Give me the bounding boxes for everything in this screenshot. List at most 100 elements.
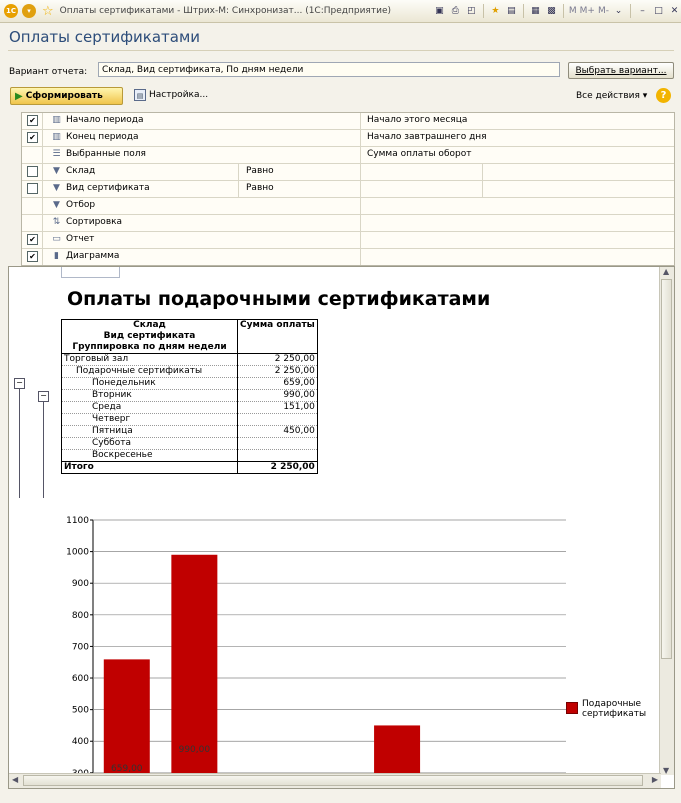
dropdown-icon[interactable]: ⌄ [612, 5, 625, 18]
preview-icon[interactable]: ◰ [465, 5, 478, 18]
filter-icon: ▼ [53, 166, 60, 176]
row-value: 659,00 [237, 377, 318, 390]
row-label: Четверг [61, 413, 238, 426]
table-row[interactable]: Подарочные сертификаты 2 250,00 [61, 365, 318, 378]
play-icon: ▶ [15, 90, 23, 102]
y-tick-label: 700 [72, 642, 89, 652]
table-row[interactable]: Понедельник 659,00 [61, 377, 318, 390]
close-icon[interactable]: ✕ [668, 5, 681, 18]
calculator-icon[interactable]: ▦ [529, 5, 542, 18]
horizontal-scrollbar[interactable]: ◀ ▶ [9, 773, 661, 788]
vertical-scroll-thumb[interactable] [661, 279, 672, 659]
link-icon[interactable]: ▤ [505, 5, 518, 18]
table-row[interactable]: Воскресенье [61, 449, 318, 462]
vertical-scrollbar[interactable]: ▲ ▼ [659, 267, 674, 775]
calendar-icon[interactable]: ▩ [545, 5, 558, 18]
table-row[interactable]: Вторник 990,00 [61, 389, 318, 402]
horizontal-scroll-thumb[interactable] [23, 775, 643, 786]
settings-row[interactable]: ✔ ▭ Отчет [22, 232, 674, 249]
settings-row-name: Сортировка [66, 217, 123, 227]
app-logo-icon[interactable]: 1С [4, 4, 18, 18]
y-tick-label: 800 [72, 611, 89, 621]
print-icon[interactable]: ⎙ [449, 5, 462, 18]
settings-row-checkbox[interactable]: ✔ [27, 234, 38, 245]
settings-button[interactable]: ▤ Настройка... [134, 89, 208, 101]
favorite-star-icon[interactable]: ☆ [42, 4, 54, 19]
bar-chart: 30040050060070080090010001100659,00990,0… [66, 516, 566, 778]
y-tick-label: 600 [72, 674, 89, 684]
variant-field[interactable]: Склад, Вид сертификата, По дням недели [98, 62, 560, 77]
memory-m-button[interactable]: M [569, 6, 577, 16]
scroll-right-icon[interactable]: ▶ [652, 775, 658, 784]
settings-row[interactable]: ▼ Вид сертификата Равно [22, 181, 674, 198]
divider [8, 50, 674, 51]
page-title: Оплаты сертификатами [9, 28, 201, 46]
y-tick-label: 900 [72, 579, 89, 589]
row-label: Среда [61, 401, 238, 414]
legend-label: Подарочные сертификаты [582, 699, 647, 719]
generate-report-button[interactable]: ▶ Сформировать [10, 87, 123, 105]
row-value: 450,00 [237, 425, 318, 438]
all-actions-menu[interactable]: Все действия ▾ [576, 91, 647, 101]
settings-row-checkbox[interactable] [27, 166, 38, 177]
settings-row-checkbox[interactable]: ✔ [27, 132, 38, 143]
col-header-warehouse: Склад [61, 319, 238, 331]
choose-variant-button[interactable]: Выбрать вариант... [568, 62, 674, 79]
memory-minus-button[interactable]: M- [598, 6, 609, 16]
settings-row-value[interactable]: Начало завтрашнего дня [367, 132, 487, 142]
y-tick-label: 1100 [66, 516, 89, 526]
bar-Вторник [171, 554, 218, 776]
settings-row[interactable]: ✔ ▥ Начало периода Начало этого месяца [22, 113, 674, 130]
report-cell-marker [61, 267, 120, 278]
total-value: 2 250,00 [237, 461, 318, 474]
settings-row-name: Начало периода [66, 115, 144, 125]
report-table: Склад Сумма оплаты Вид сертификата Групп… [61, 319, 318, 474]
settings-row-checkbox[interactable]: ✔ [27, 251, 38, 262]
scroll-up-icon[interactable]: ▲ [663, 267, 669, 276]
row-label: Вторник [61, 389, 238, 402]
table-row[interactable]: Четверг [61, 413, 318, 426]
favorite-add-icon[interactable]: ★ [489, 5, 502, 18]
settings-row[interactable]: ⇅ Сортировка [22, 215, 674, 232]
settings-row[interactable]: ✔ ▮ Диаграмма [22, 249, 674, 265]
settings-row-condition[interactable]: Равно [246, 166, 274, 176]
settings-row-name: Конец периода [66, 132, 139, 142]
table-row[interactable]: Пятница 450,00 [61, 425, 318, 438]
fields-icon: ☰ [52, 149, 61, 159]
variant-label: Вариант отчета: [9, 67, 88, 77]
settings-row[interactable]: ▼ Отбор [22, 198, 674, 215]
row-value [237, 413, 318, 426]
row-label: Понедельник [61, 377, 238, 390]
table-row[interactable]: Торговый зал 2 250,00 [61, 353, 318, 366]
save-icon[interactable]: ▣ [433, 5, 446, 18]
y-tick-label: 1000 [66, 548, 89, 558]
menu-circle-icon[interactable]: ▾ [22, 4, 36, 18]
row-value [237, 437, 318, 450]
settings-row-value[interactable]: Начало этого месяца [367, 115, 467, 125]
generate-report-label: Сформировать [25, 91, 103, 101]
settings-row-value[interactable]: Сумма оплаты оборот [367, 149, 471, 159]
table-row[interactable]: Среда 151,00 [61, 401, 318, 414]
maximize-icon[interactable]: □ [652, 5, 665, 18]
settings-row-name: Склад [66, 166, 96, 176]
minimize-icon[interactable]: – [636, 5, 649, 18]
settings-row[interactable]: ▼ Склад Равно [22, 164, 674, 181]
memory-plus-button[interactable]: M+ [580, 6, 595, 16]
settings-row[interactable]: ☰ Выбранные поля Сумма оплаты оборот [22, 147, 674, 164]
chart-icon: ▮ [54, 251, 59, 261]
window-title: Оплаты сертификатами - Штрих-М: Синхрони… [59, 6, 391, 16]
settings-row-checkbox[interactable]: ✔ [27, 115, 38, 126]
settings-row-condition[interactable]: Равно [246, 183, 274, 193]
settings-table: ✔ ▥ Начало периода Начало этого месяца ✔ ▥ Кон… [21, 112, 675, 266]
settings-row-checkbox[interactable] [27, 183, 38, 194]
table-row[interactable]: Суббота [61, 437, 318, 450]
settings-row-name: Вид сертификата [66, 183, 150, 193]
title-toolbar: ▣ ⎙ ◰ ★ ▤ ▦ ▩ M M+ M- ⌄ – □ ✕ [433, 3, 681, 19]
y-tick-label: 400 [72, 737, 89, 747]
settings-row[interactable]: ✔ ▥ Конец периода Начало завтрашнего дня [22, 130, 674, 147]
settings-label: Настройка... [149, 90, 209, 100]
help-icon[interactable]: ? [656, 88, 671, 103]
scroll-left-icon[interactable]: ◀ [12, 775, 18, 784]
scroll-down-icon[interactable]: ▼ [663, 766, 669, 775]
data-label: 990,00 [179, 745, 211, 755]
